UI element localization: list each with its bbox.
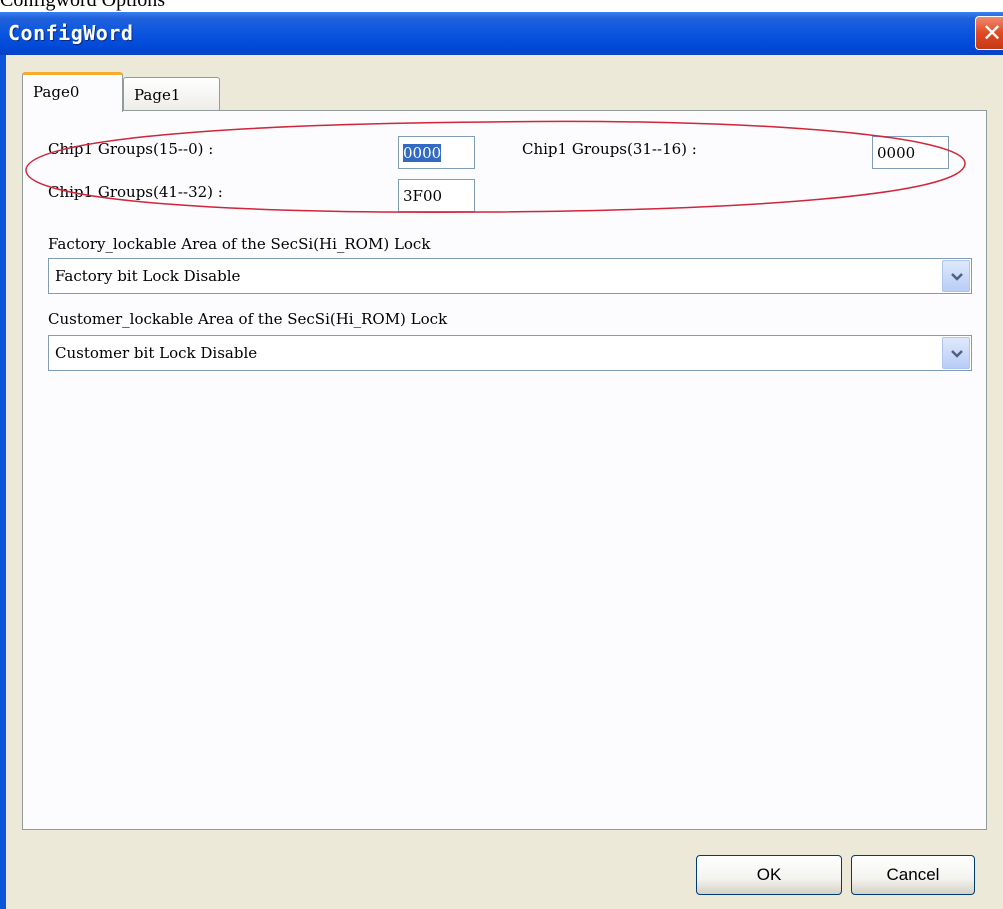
factory-lock-select[interactable]: Factory bit Lock Disable	[48, 258, 972, 294]
factory-lock-selected: Factory bit Lock Disable	[55, 267, 241, 285]
annotation-ellipse	[25, 120, 966, 213]
chevron-down-icon[interactable]	[942, 260, 970, 292]
tab-page0[interactable]: Page0	[22, 72, 123, 112]
customer-lock-selected: Customer bit Lock Disable	[55, 344, 258, 362]
background-text: Configword Options	[0, 0, 1003, 12]
chevron-down-icon[interactable]	[942, 337, 970, 369]
customer-lock-label: Customer_lockable Area of the SecSi(Hi_R…	[48, 310, 448, 328]
close-icon: ✕	[981, 19, 1003, 47]
tab-label: Page0	[33, 83, 80, 101]
cancel-button[interactable]: Cancel	[851, 855, 975, 895]
factory-lock-label: Factory_lockable Area of the SecSi(Hi_RO…	[48, 235, 431, 253]
close-button[interactable]: ✕	[975, 16, 1003, 50]
title-bar: ConfigWord ✕	[0, 12, 1003, 55]
tab-page1[interactable]: Page1	[123, 77, 220, 113]
tab-label: Page1	[134, 86, 181, 104]
customer-lock-select[interactable]: Customer bit Lock Disable	[48, 335, 972, 371]
window-title: ConfigWord	[8, 21, 134, 45]
ok-button[interactable]: OK	[696, 855, 842, 895]
window-border	[0, 55, 6, 909]
